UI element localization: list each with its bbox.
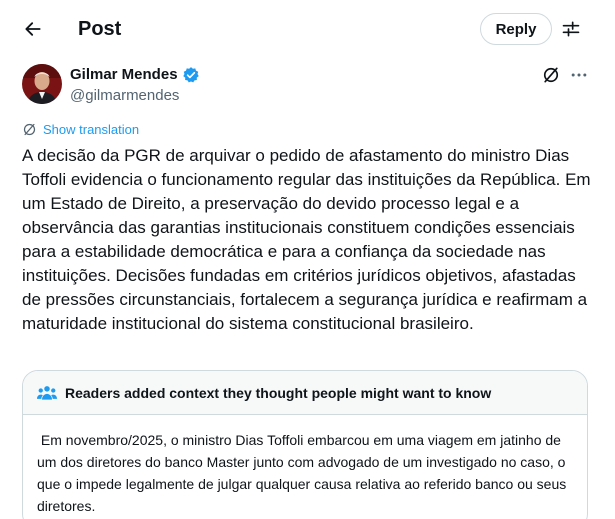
more-options-button[interactable] bbox=[568, 64, 590, 86]
author-name[interactable]: Gilmar Mendes bbox=[70, 65, 178, 85]
grok-button[interactable] bbox=[540, 64, 562, 86]
more-horizontal-icon bbox=[571, 73, 587, 77]
verified-badge-icon bbox=[182, 66, 200, 84]
people-icon bbox=[37, 385, 57, 400]
community-note: Readers added context they thought peopl… bbox=[22, 370, 588, 519]
sliders-icon bbox=[562, 21, 580, 37]
grok-icon bbox=[543, 67, 559, 83]
community-note-body: Em novembro/2025, o ministro Dias Toffol… bbox=[37, 432, 571, 514]
page-title: Post bbox=[78, 18, 122, 40]
post-text: A decisão da PGR de arquivar o pedido de… bbox=[22, 146, 591, 333]
avatar[interactable] bbox=[22, 64, 62, 104]
show-translation-link[interactable]: Show translation bbox=[22, 120, 139, 138]
post-header: Post Reply bbox=[0, 0, 615, 58]
author-handle[interactable]: @gilmarmendes bbox=[70, 86, 179, 106]
community-note-header[interactable]: Readers added context they thought peopl… bbox=[23, 371, 587, 415]
adjust-button[interactable] bbox=[556, 14, 586, 44]
community-note-title: Readers added context they thought peopl… bbox=[65, 384, 492, 401]
translate-icon bbox=[23, 123, 36, 135]
reply-button[interactable]: Reply bbox=[480, 13, 552, 45]
arrow-left-icon bbox=[25, 22, 41, 36]
back-button[interactable] bbox=[16, 12, 50, 46]
show-translation-label: Show translation bbox=[43, 121, 140, 137]
